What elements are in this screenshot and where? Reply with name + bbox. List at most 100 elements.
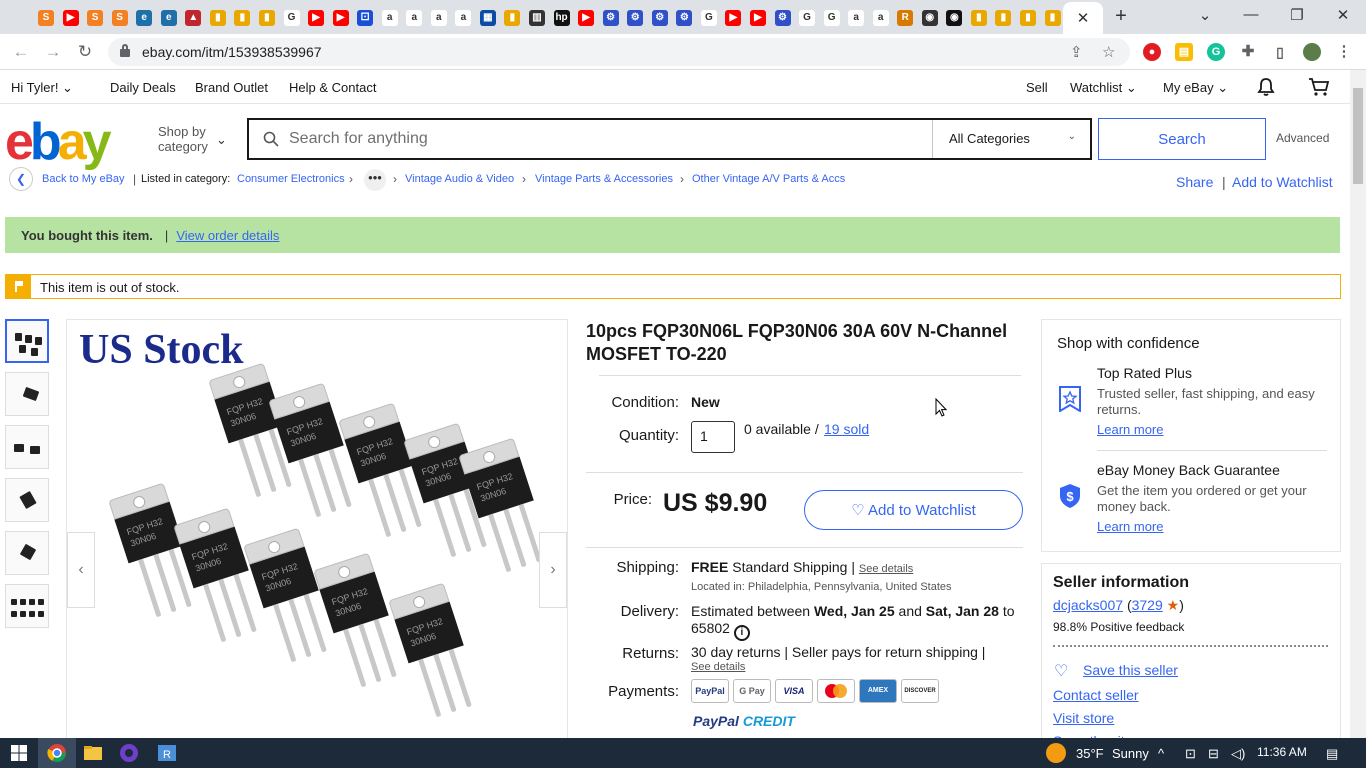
shipping-see-details-link[interactable]: See details bbox=[859, 563, 913, 575]
browser-tab[interactable]: ⚙ bbox=[648, 6, 672, 30]
bookmark-star-icon[interactable]: ☆ bbox=[1102, 43, 1115, 61]
windows-start-icon[interactable] bbox=[8, 742, 30, 764]
share-page-icon[interactable]: ⇪ bbox=[1070, 43, 1083, 61]
chrome-icon[interactable] bbox=[46, 742, 68, 764]
browser-tab[interactable]: ▶ bbox=[721, 6, 745, 30]
contact-seller-link[interactable]: Contact seller bbox=[1053, 687, 1139, 703]
browser-tab[interactable]: ▦ bbox=[476, 6, 500, 30]
scrollbar-thumb[interactable] bbox=[1353, 88, 1363, 184]
browser-tab[interactable]: a bbox=[869, 6, 893, 30]
address-bar[interactable]: ebay.com/itm/153938539967 ⇪ ☆ bbox=[108, 38, 1130, 66]
file-explorer-icon[interactable] bbox=[82, 742, 104, 764]
browser-tab[interactable]: R bbox=[893, 6, 917, 30]
browser-tab[interactable]: a bbox=[427, 6, 451, 30]
action-center-icon[interactable]: ▤ bbox=[1326, 746, 1338, 762]
github-desktop-icon[interactable] bbox=[118, 742, 140, 764]
weather-temperature[interactable]: 35°F bbox=[1076, 746, 1104, 761]
heart-icon[interactable]: ♡ bbox=[1054, 661, 1068, 681]
browser-tab[interactable]: S bbox=[108, 6, 132, 30]
browser-tab[interactable]: e bbox=[157, 6, 181, 30]
browser-tab[interactable]: ⚙ bbox=[771, 6, 795, 30]
browser-tab[interactable]: G bbox=[697, 6, 721, 30]
browser-tab[interactable]: G bbox=[280, 6, 304, 30]
active-tab[interactable]: ✕ bbox=[1063, 2, 1103, 34]
watchlist-menu[interactable]: Watchlist ⌄ bbox=[1070, 80, 1137, 96]
returns-see-details-link[interactable]: See details bbox=[691, 661, 745, 673]
quantity-input[interactable]: 1 bbox=[691, 421, 735, 453]
sun-weather-icon[interactable] bbox=[1046, 743, 1066, 763]
back-chevron-icon[interactable]: ❮ bbox=[9, 167, 33, 191]
advanced-search-link[interactable]: Advanced bbox=[1276, 131, 1329, 145]
browser-tab[interactable]: G bbox=[795, 6, 819, 30]
visit-store-link[interactable]: Visit store bbox=[1053, 710, 1114, 726]
chrome-menu-icon[interactable]: ⋮ bbox=[1335, 43, 1353, 61]
extensions-puzzle-icon[interactable]: ✚ bbox=[1239, 43, 1257, 61]
brand-outlet-link[interactable]: Brand Outlet bbox=[195, 80, 268, 95]
browser-tab[interactable]: a bbox=[402, 6, 426, 30]
browser-tab[interactable]: ⚙ bbox=[599, 6, 623, 30]
search-input[interactable] bbox=[289, 122, 929, 156]
volume-icon[interactable]: ◁) bbox=[1231, 746, 1245, 762]
browser-tab[interactable]: a bbox=[844, 6, 868, 30]
image-thumbnail[interactable] bbox=[5, 584, 49, 628]
reload-icon[interactable]: ↻ bbox=[74, 41, 96, 63]
browser-tab[interactable]: ⚙ bbox=[623, 6, 647, 30]
sell-link[interactable]: Sell bbox=[1026, 80, 1048, 95]
image-thumbnail[interactable] bbox=[5, 425, 49, 469]
seller-name-link[interactable]: dcjacks007 bbox=[1053, 597, 1123, 613]
forward-arrow-icon[interactable]: → bbox=[42, 41, 64, 63]
browser-tab[interactable]: ▶ bbox=[304, 6, 328, 30]
add-to-watchlist-link[interactable]: Add to Watchlist bbox=[1232, 174, 1333, 190]
browser-tab[interactable]: ▮ bbox=[230, 6, 254, 30]
browser-tab[interactable]: ▮ bbox=[991, 6, 1015, 30]
browser-tab[interactable]: ▶ bbox=[746, 6, 770, 30]
page-scrollbar[interactable] bbox=[1350, 70, 1366, 738]
browser-tab[interactable]: a bbox=[451, 6, 475, 30]
breadcrumb-item[interactable]: Consumer Electronics bbox=[237, 173, 345, 185]
tab-search-icon[interactable]: ⌄ bbox=[1194, 6, 1216, 24]
browser-tab[interactable]: ▮ bbox=[1041, 6, 1065, 30]
top-rated-learn-more-link[interactable]: Learn more bbox=[1097, 422, 1163, 437]
browser-tab[interactable]: G bbox=[820, 6, 844, 30]
browser-tab[interactable]: ◉ bbox=[918, 6, 942, 30]
minimize-button[interactable]: — bbox=[1240, 6, 1262, 23]
notification-bell-icon[interactable] bbox=[1256, 77, 1276, 97]
image-thumbnail[interactable] bbox=[5, 372, 49, 416]
browser-tab[interactable]: ▶ bbox=[329, 6, 353, 30]
browser-tab[interactable]: ▥ bbox=[525, 6, 549, 30]
back-arrow-icon[interactable]: ← bbox=[10, 41, 32, 63]
close-tab-icon[interactable]: ✕ bbox=[1077, 9, 1090, 27]
daily-deals-link[interactable]: Daily Deals bbox=[110, 80, 176, 95]
browser-tab[interactable]: ▶ bbox=[574, 6, 598, 30]
browser-tab[interactable]: e bbox=[132, 6, 156, 30]
network-icon[interactable]: ⊟ bbox=[1208, 746, 1219, 762]
browser-tab[interactable]: ▲ bbox=[181, 6, 205, 30]
grammarly-extension-icon[interactable]: G bbox=[1207, 43, 1225, 61]
new-tab-button[interactable]: + bbox=[1110, 6, 1132, 28]
browser-tab[interactable]: ◉ bbox=[942, 6, 966, 30]
shopping-cart-icon[interactable] bbox=[1308, 76, 1330, 98]
close-window-button[interactable]: ✕ bbox=[1332, 6, 1354, 24]
browser-tab[interactable]: ⚀ bbox=[353, 6, 377, 30]
help-contact-link[interactable]: Help & Contact bbox=[289, 80, 376, 95]
browser-tab[interactable]: ▮ bbox=[500, 6, 524, 30]
ebay-logo[interactable]: ebay bbox=[5, 112, 112, 172]
save-seller-link[interactable]: Save this seller bbox=[1083, 662, 1178, 678]
breadcrumb-item[interactable]: Vintage Parts & Accessories bbox=[535, 173, 673, 185]
side-panel-icon[interactable]: ▯ bbox=[1271, 43, 1289, 61]
weather-condition[interactable]: Sunny bbox=[1112, 746, 1149, 761]
image-thumbnail[interactable] bbox=[5, 478, 49, 522]
next-image-button[interactable]: › bbox=[539, 532, 567, 608]
browser-tab[interactable]: ▶ bbox=[59, 6, 83, 30]
greeting-menu[interactable]: Hi Tyler! ⌄ bbox=[11, 80, 73, 96]
browser-tab[interactable]: ⚙ bbox=[672, 6, 696, 30]
browser-tab[interactable]: ▮ bbox=[1016, 6, 1040, 30]
sold-count-link[interactable]: 19 sold bbox=[824, 421, 869, 437]
browser-tab[interactable]: hp bbox=[550, 6, 574, 30]
profile-avatar[interactable] bbox=[1303, 43, 1321, 61]
search-button[interactable]: Search bbox=[1098, 118, 1266, 160]
shop-by-category-button[interactable]: Shop by category bbox=[158, 124, 208, 154]
maximize-button[interactable]: ❐ bbox=[1286, 6, 1308, 24]
chevron-down-icon[interactable]: ⌄ bbox=[216, 132, 227, 148]
previous-image-button[interactable]: ‹ bbox=[67, 532, 95, 608]
